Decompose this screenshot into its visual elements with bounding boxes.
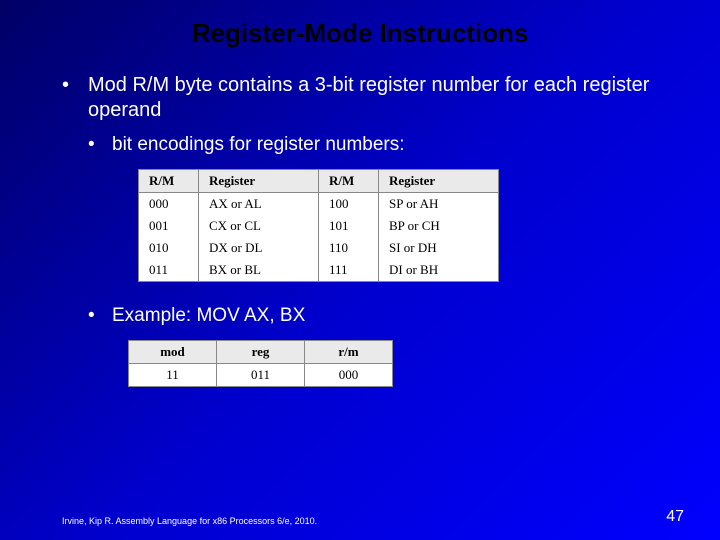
th-register: Register [199, 169, 319, 192]
th-mod: mod [129, 340, 217, 363]
slide-content: • Mod R/M byte contains a 3-bit register… [0, 73, 720, 387]
bullet-dot: • [62, 73, 88, 123]
table-row: 001 CX or CL 101 BP or CH [139, 215, 499, 237]
register-encoding-table-wrap: R/M Register R/M Register 000 AX or AL 1… [138, 169, 680, 282]
cell-rm: 000 [305, 363, 393, 386]
bullet-text: Example: MOV AX, BX [112, 304, 305, 328]
th-rm: r/m [305, 340, 393, 363]
th-register: Register [379, 169, 499, 192]
cell-reg: CX or CL [199, 215, 319, 237]
th-rm: R/M [139, 169, 199, 192]
bullet-text: Mod R/M byte contains a 3-bit register n… [88, 73, 680, 123]
cell-reg: AX or AL [199, 192, 319, 215]
cell-rm: 111 [319, 259, 379, 282]
table-row: 011 BX or BL 111 DI or BH [139, 259, 499, 282]
page-number: 47 [666, 508, 684, 526]
cell-mod: 11 [129, 363, 217, 386]
cell-reg: BX or BL [199, 259, 319, 282]
bullet-level-1: • Mod R/M byte contains a 3-bit register… [62, 73, 680, 123]
table-header-row: mod reg r/m [129, 340, 393, 363]
cell-rm: 100 [319, 192, 379, 215]
cell-reg: DI or BH [379, 259, 499, 282]
bullet-dot: • [88, 133, 112, 157]
table-row: 11 011 000 [129, 363, 393, 386]
footer-citation: Irvine, Kip R. Assembly Language for x86… [62, 516, 317, 526]
cell-reg: BP or CH [379, 215, 499, 237]
example-table-wrap: mod reg r/m 11 011 000 [128, 340, 680, 387]
th-rm: R/M [319, 169, 379, 192]
example-encoding-table: mod reg r/m 11 011 000 [128, 340, 393, 387]
cell-rm: 000 [139, 192, 199, 215]
cell-rm: 011 [139, 259, 199, 282]
cell-rm: 101 [319, 215, 379, 237]
table-row: 000 AX or AL 100 SP or AH [139, 192, 499, 215]
register-encoding-table: R/M Register R/M Register 000 AX or AL 1… [138, 169, 499, 282]
cell-rm: 010 [139, 237, 199, 259]
slide-title: Register-Mode Instructions [0, 0, 720, 73]
bullet-text: bit encodings for register numbers: [112, 133, 405, 157]
cell-rm: 001 [139, 215, 199, 237]
table-header-row: R/M Register R/M Register [139, 169, 499, 192]
bullet-level-2: • bit encodings for register numbers: [88, 133, 680, 157]
bullet-level-2: • Example: MOV AX, BX [88, 304, 680, 328]
cell-reg: 011 [217, 363, 305, 386]
cell-reg: SP or AH [379, 192, 499, 215]
table-row: 010 DX or DL 110 SI or DH [139, 237, 499, 259]
cell-reg: SI or DH [379, 237, 499, 259]
bullet-dot: • [88, 304, 112, 328]
th-reg: reg [217, 340, 305, 363]
cell-reg: DX or DL [199, 237, 319, 259]
cell-rm: 110 [319, 237, 379, 259]
